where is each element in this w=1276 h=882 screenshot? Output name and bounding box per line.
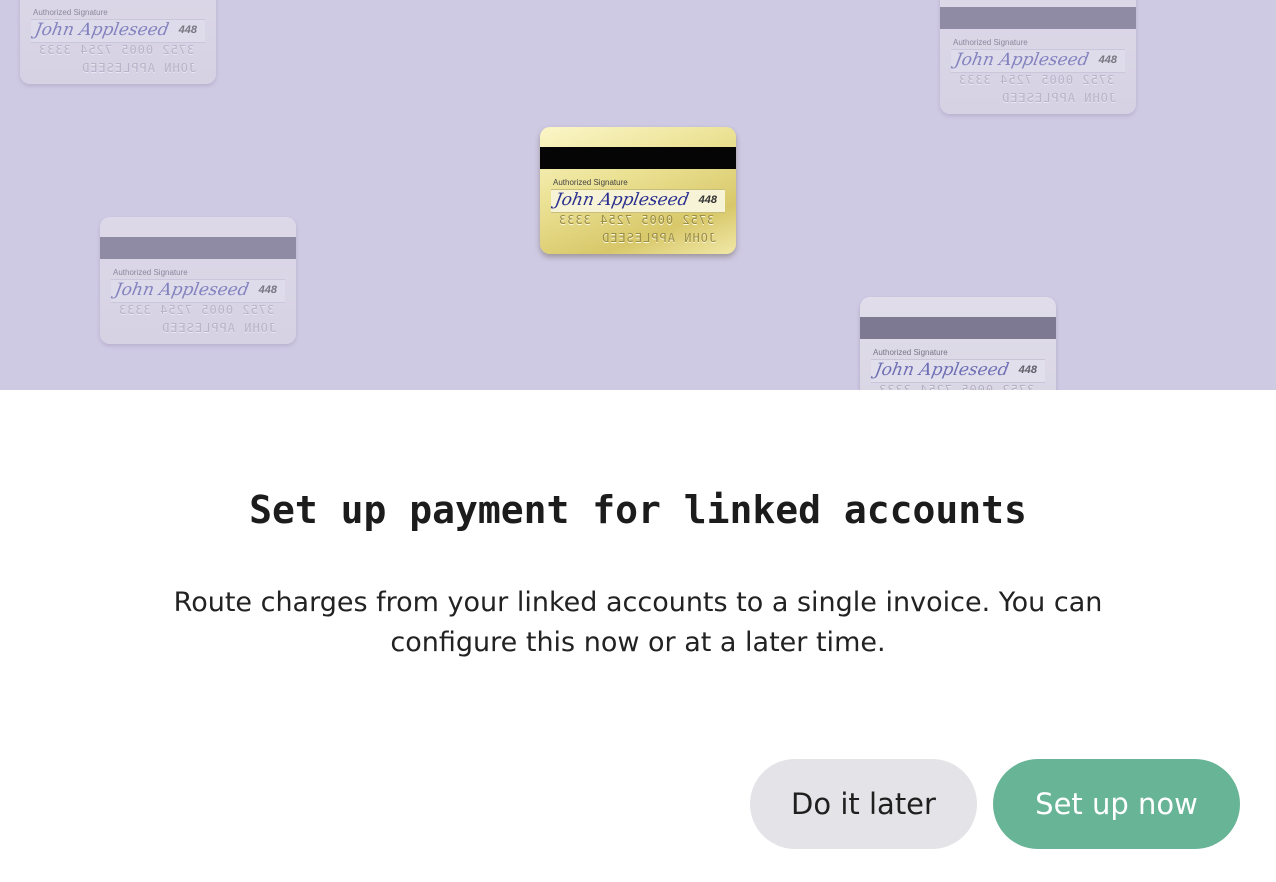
embossed-cardholder-name: JOHN APPLESEED [81, 61, 197, 75]
signature-panel: John Appleseed 448 [551, 189, 725, 213]
signature-panel: John Appleseed 448 [31, 19, 205, 43]
magnetic-stripe [540, 147, 736, 169]
magnetic-stripe [940, 7, 1136, 29]
credit-card-back: Authorized Signature John Appleseed 448 … [940, 0, 1136, 114]
signature-panel: John Appleseed 448 [951, 49, 1125, 73]
magnetic-stripe [100, 237, 296, 259]
embossed-card-number: 3752 0005 7254 3333 [38, 43, 195, 57]
credit-card-back: Authorized Signature John Appleseed 448 … [100, 217, 296, 344]
embossed-card-number: 3752 0005 7254 3333 [118, 303, 275, 317]
credit-card-back: Authorized Signature John Appleseed 448 … [20, 0, 216, 84]
cvv-code: 448 [698, 194, 717, 206]
signature: John Appleseed [113, 280, 251, 300]
embossed-cardholder-name: JOHN APPLESEED [1001, 91, 1117, 105]
authorized-signature-label: Authorized Signature [553, 178, 628, 187]
signature: John Appleseed [873, 360, 1011, 380]
authorized-signature-label: Authorized Signature [953, 38, 1028, 47]
magnetic-stripe [860, 317, 1056, 339]
embossed-card-number: 3752 0005 7254 3333 [558, 213, 715, 227]
dialog-title: Set up payment for linked accounts [249, 488, 1027, 532]
embossed-card-number: 3752 0005 7254 3333 [958, 73, 1115, 87]
embossed-cardholder-name: JOHN APPLESEED [161, 321, 277, 335]
signature: John Appleseed [33, 20, 171, 40]
do-it-later-button[interactable]: Do it later [750, 759, 977, 849]
hero-illustration: Authorized Signature John Appleseed 448 … [0, 0, 1276, 390]
credit-card-back: Authorized Signature John Appleseed 448 … [860, 297, 1056, 390]
signature: John Appleseed [953, 50, 1091, 70]
cvv-code: 448 [178, 24, 197, 36]
authorized-signature-label: Authorized Signature [873, 348, 948, 357]
embossed-card-number: 3752 0005 7254 3333 [878, 383, 1035, 390]
gold-credit-card-back: Authorized Signature John Appleseed 448 … [540, 127, 736, 254]
signature: John Appleseed [553, 190, 691, 210]
cvv-code: 448 [1018, 364, 1037, 376]
signature-panel: John Appleseed 448 [111, 279, 285, 303]
signature-panel: John Appleseed 448 [871, 359, 1045, 383]
cvv-code: 448 [258, 284, 277, 296]
cvv-code: 448 [1098, 54, 1117, 66]
set-up-now-button[interactable]: Set up now [993, 759, 1240, 849]
authorized-signature-label: Authorized Signature [113, 268, 188, 277]
embossed-cardholder-name: JOHN APPLESEED [601, 231, 717, 245]
dialog-description: Route charges from your linked accounts … [173, 587, 1103, 658]
authorized-signature-label: Authorized Signature [33, 8, 108, 17]
